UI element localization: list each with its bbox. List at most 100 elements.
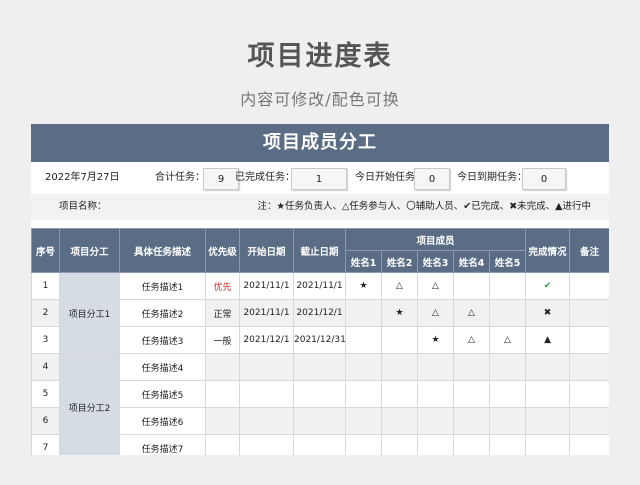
- cell-member-2[interactable]: [381, 380, 418, 408]
- cell-member-3[interactable]: △: [417, 299, 454, 327]
- cell-task[interactable]: 任务描述6: [119, 407, 206, 435]
- cell-no[interactable]: 7: [31, 434, 60, 455]
- cell-member-4[interactable]: [453, 434, 490, 455]
- cell-member-5[interactable]: [488, 380, 527, 408]
- cell-no[interactable]: 2: [31, 299, 60, 327]
- cell-status[interactable]: ▲: [525, 326, 571, 354]
- cell-member-2[interactable]: [381, 407, 418, 435]
- cell-end-date[interactable]: 2021/12/31: [293, 326, 346, 354]
- cell-member-4[interactable]: △: [453, 299, 490, 327]
- cell-priority[interactable]: [205, 434, 240, 455]
- cell-member-1[interactable]: [345, 326, 382, 354]
- cell-note[interactable]: [569, 272, 609, 300]
- cell-member-3[interactable]: ★: [417, 326, 454, 354]
- cell-no[interactable]: 6: [31, 407, 60, 435]
- cell-priority[interactable]: 正常: [205, 299, 240, 327]
- cell-end-date[interactable]: 2021/11/1: [293, 272, 346, 300]
- cell-priority[interactable]: 一般: [205, 326, 240, 354]
- header-task: 具体任务描述: [119, 228, 206, 273]
- cell-end-date[interactable]: [293, 407, 346, 435]
- header-member-3: 姓名3: [417, 250, 454, 273]
- cell-task[interactable]: 任务描述4: [119, 353, 206, 381]
- cell-member-1[interactable]: [345, 353, 382, 381]
- cell-status[interactable]: ✖: [525, 299, 571, 327]
- cell-member-4[interactable]: △: [453, 326, 490, 354]
- cell-no[interactable]: 4: [31, 353, 60, 381]
- cell-end-date[interactable]: 2021/12/1: [293, 299, 346, 327]
- cell-member-5[interactable]: [488, 272, 527, 300]
- task-table: 序号 项目分工 具体任务描述 优先级 开始日期 截止日期 项目成员 完成情况 备…: [31, 228, 609, 455]
- cell-member-5[interactable]: [488, 407, 527, 435]
- cell-no[interactable]: 1: [31, 272, 60, 300]
- start-today-value[interactable]: 0: [414, 168, 450, 190]
- header-member-2: 姓名2: [381, 250, 418, 273]
- cell-member-5[interactable]: [488, 434, 527, 455]
- cell-start-date[interactable]: [239, 434, 294, 455]
- cell-member-3[interactable]: [417, 353, 454, 381]
- cell-start-date[interactable]: [239, 380, 294, 408]
- cell-priority[interactable]: 优先: [205, 272, 240, 300]
- cell-member-3[interactable]: [417, 380, 454, 408]
- done-tasks-value[interactable]: 1: [291, 168, 347, 190]
- cell-member-3[interactable]: [417, 407, 454, 435]
- cell-member-2[interactable]: ★: [381, 299, 418, 327]
- cell-status[interactable]: ✔: [525, 272, 571, 300]
- header-division: 项目分工: [59, 228, 120, 273]
- cell-member-4[interactable]: [453, 353, 490, 381]
- cell-priority[interactable]: [205, 407, 240, 435]
- cell-member-1[interactable]: [345, 299, 382, 327]
- cell-priority[interactable]: [205, 353, 240, 381]
- cell-member-2[interactable]: [381, 353, 418, 381]
- cell-note[interactable]: [569, 434, 609, 455]
- cell-member-1[interactable]: [345, 380, 382, 408]
- cell-start-date[interactable]: 2021/11/1: [239, 272, 294, 300]
- cell-note[interactable]: [569, 326, 609, 354]
- cell-status[interactable]: [525, 353, 571, 381]
- cell-task[interactable]: 任务描述5: [119, 380, 206, 408]
- cell-note[interactable]: [569, 353, 609, 381]
- cell-member-3[interactable]: △: [417, 272, 454, 300]
- cell-member-4[interactable]: [453, 407, 490, 435]
- cell-task[interactable]: 任务描述7: [119, 434, 206, 455]
- cell-no[interactable]: 5: [31, 380, 60, 408]
- cell-no[interactable]: 3: [31, 326, 60, 354]
- cell-member-5[interactable]: [488, 299, 527, 327]
- cell-member-3[interactable]: [417, 434, 454, 455]
- done-tasks-label: 已完成任务：: [235, 172, 295, 183]
- cell-member-2[interactable]: △: [381, 272, 418, 300]
- cell-status[interactable]: [525, 380, 571, 408]
- cell-start-date[interactable]: 2021/11/1: [239, 299, 294, 327]
- header-end-date: 截止日期: [293, 228, 346, 273]
- cell-end-date[interactable]: [293, 353, 346, 381]
- spreadsheet: 项目成员分工 2022年7月27日 合计任务： 9 已完成任务： 1 今日开始任…: [31, 124, 609, 455]
- cell-note[interactable]: [569, 407, 609, 435]
- cell-priority[interactable]: [205, 380, 240, 408]
- cell-member-2[interactable]: [381, 326, 418, 354]
- cell-member-4[interactable]: [453, 380, 490, 408]
- legend-bar: 项目名称： 注：★任务负责人、△任务参与人、〇辅助人员、✔已完成、✖未完成、▲进…: [31, 194, 609, 220]
- cell-start-date[interactable]: [239, 353, 294, 381]
- cell-member-5[interactable]: [488, 353, 527, 381]
- cell-division[interactable]: 项目分工2: [59, 353, 120, 455]
- due-today-value[interactable]: 0: [522, 168, 566, 190]
- cell-end-date[interactable]: [293, 380, 346, 408]
- cell-end-date[interactable]: [293, 434, 346, 455]
- cell-start-date[interactable]: [239, 407, 294, 435]
- header-status: 完成情况: [525, 228, 571, 273]
- cell-status[interactable]: [525, 407, 571, 435]
- cell-member-1[interactable]: [345, 434, 382, 455]
- total-tasks-value[interactable]: 9: [203, 168, 239, 190]
- cell-task[interactable]: 任务描述3: [119, 326, 206, 354]
- cell-member-1[interactable]: [345, 407, 382, 435]
- cell-task[interactable]: 任务描述2: [119, 299, 206, 327]
- cell-member-5[interactable]: △: [488, 326, 527, 354]
- cell-note[interactable]: [569, 380, 609, 408]
- cell-member-4[interactable]: [453, 272, 490, 300]
- cell-member-1[interactable]: ★: [345, 272, 382, 300]
- cell-member-2[interactable]: [381, 434, 418, 455]
- cell-division[interactable]: 项目分工1: [59, 272, 120, 354]
- cell-task[interactable]: 任务描述1: [119, 272, 206, 300]
- cell-start-date[interactable]: 2021/12/1: [239, 326, 294, 354]
- cell-note[interactable]: [569, 299, 609, 327]
- cell-status[interactable]: [525, 434, 571, 455]
